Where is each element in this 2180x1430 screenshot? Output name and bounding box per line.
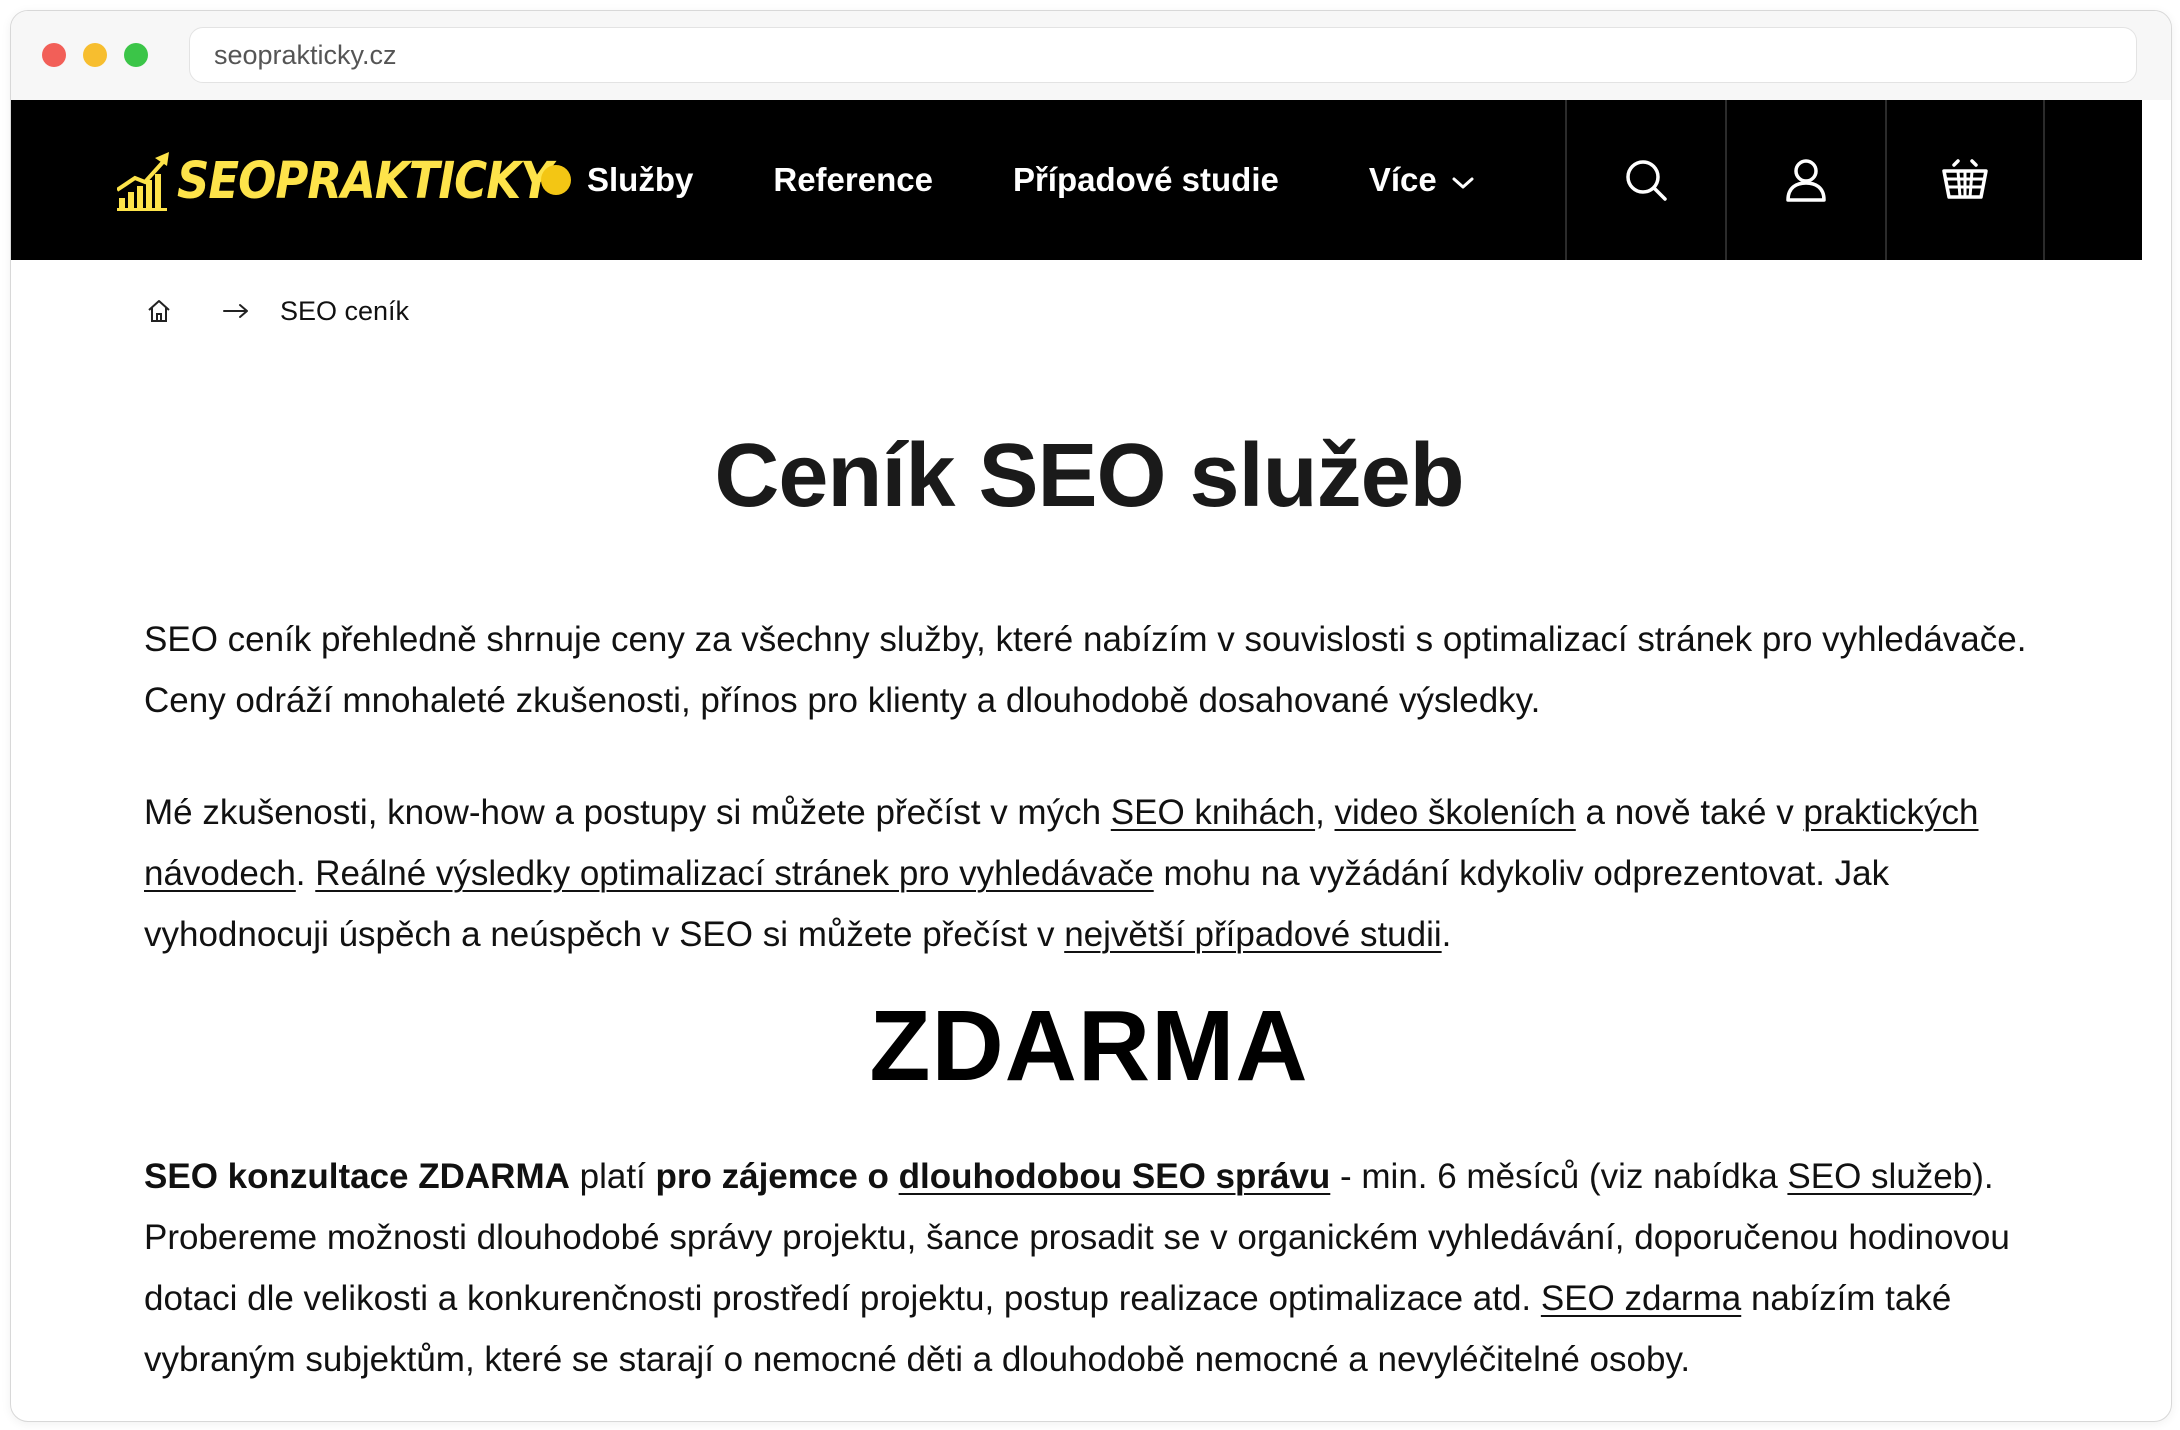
account-button[interactable] xyxy=(1725,100,1885,260)
menu-item-label: Reference xyxy=(773,161,933,198)
case-study-link[interactable]: největší případové studii xyxy=(1064,915,1441,954)
home-icon xyxy=(148,300,170,322)
menu-item-reference[interactable]: Reference xyxy=(773,161,933,199)
main-menu: Služby Reference Případové studie Více xyxy=(541,100,1555,260)
basket-icon xyxy=(1942,159,1988,199)
page-title: Ceník SEO služeb xyxy=(714,426,1464,526)
cart-button[interactable] xyxy=(1885,100,2045,260)
browser-window: seoprakticky.cz SEOPRAKTICKY Služby Refe… xyxy=(10,10,2172,1422)
bold-text: SEO konzultace ZDARMA xyxy=(144,1157,570,1196)
menu-item-pripadove-studie[interactable]: Případové studie xyxy=(1013,161,1279,199)
bold-text: pro zájemce o dlouhodobou SEO správu xyxy=(656,1157,1331,1196)
header-actions xyxy=(1565,100,2045,260)
text: Mé zkušenosti, know-how a postupy si můž… xyxy=(144,793,1111,832)
breadcrumb-current: SEO ceník xyxy=(280,295,410,326)
video-training-link[interactable]: video školeních xyxy=(1335,793,1576,832)
address-bar[interactable]: seoprakticky.cz xyxy=(189,27,2137,83)
browser-toolbar: seoprakticky.cz xyxy=(11,11,2171,100)
intro-paragraph: SEO ceník přehledně shrnuje ceny za všec… xyxy=(144,620,2027,720)
site-logo[interactable]: SEOPRAKTICKY xyxy=(117,142,553,218)
menu-item-label: Více xyxy=(1368,161,1437,198)
text: , xyxy=(1315,793,1335,832)
real-results-link[interactable]: Reálné výsledky optimalizací stránek pro… xyxy=(315,854,1153,893)
text: platí xyxy=(569,1157,656,1196)
menu-item-vice[interactable]: Více xyxy=(1369,161,1475,199)
maximize-window-button[interactable] xyxy=(124,43,148,67)
chevron-down-icon xyxy=(1451,161,1475,199)
chart-logo-icon xyxy=(117,152,169,211)
text: a nově také v xyxy=(1575,793,1804,832)
text: . xyxy=(295,854,316,893)
search-button[interactable] xyxy=(1565,100,1725,260)
url-text: seoprakticky.cz xyxy=(214,39,397,70)
free-consultation-paragraph: SEO konzultace ZDARMA platí pro zájemce … xyxy=(144,1146,2034,1390)
seo-books-link[interactable]: SEO knihách xyxy=(1111,793,1315,832)
long-term-seo-link[interactable]: dlouhodobou SEO správu xyxy=(899,1157,1331,1196)
close-window-button[interactable] xyxy=(42,43,66,67)
user-icon xyxy=(1786,159,1826,202)
menu-item-sluzby[interactable]: Služby xyxy=(541,161,693,199)
status-dot-icon xyxy=(541,165,571,195)
site-header: SEOPRAKTICKY Služby Reference Případové … xyxy=(11,100,2142,260)
text: - min. 6 měsíců (viz nabídka xyxy=(1330,1157,1788,1196)
logo-text: SEOPRAKTICKY xyxy=(177,150,553,210)
home-link[interactable] xyxy=(144,296,174,326)
experience-paragraph: Mé zkušenosti, know-how a postupy si můž… xyxy=(144,782,2034,965)
menu-item-label: Případové studie xyxy=(1012,161,1279,198)
text: pro zájemce o xyxy=(655,1157,899,1196)
menu-item-label: Služby xyxy=(587,161,694,198)
text: . xyxy=(1441,915,1452,954)
arrow-right-icon xyxy=(222,303,250,319)
minimize-window-button[interactable] xyxy=(83,43,107,67)
seo-free-link[interactable]: SEO zdarma xyxy=(1541,1279,1741,1318)
seo-services-link[interactable]: SEO služeb xyxy=(1787,1157,1972,1196)
search-icon xyxy=(1626,160,1667,201)
breadcrumb: SEO ceník xyxy=(144,293,409,329)
zdarma-heading: ZDARMA xyxy=(869,990,1309,1102)
